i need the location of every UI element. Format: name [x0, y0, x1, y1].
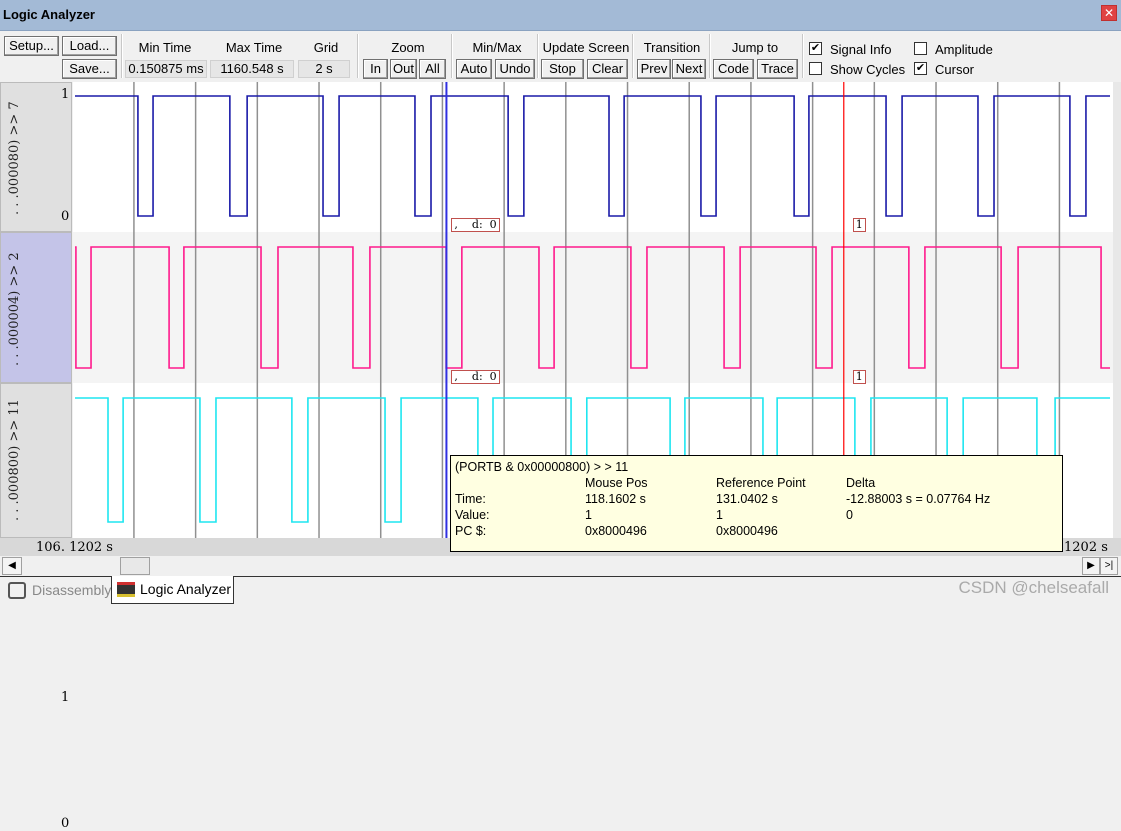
- signal-low-level: 0: [61, 816, 70, 831]
- signal-name: . . .000004) >> 2: [7, 252, 22, 366]
- tooltip-col-mouse: Mouse Pos: [585, 476, 648, 490]
- next-button[interactable]: Next: [672, 59, 706, 79]
- signal-label[interactable]: . . .000800) >> 11 1 0: [0, 383, 72, 831]
- min-time-value: 0.150875 ms: [125, 60, 207, 78]
- jump-to-label: Jump to: [731, 40, 779, 55]
- tab-disassembly-label: Disassembly: [32, 582, 112, 598]
- zoom-out-button[interactable]: Out: [390, 59, 417, 79]
- cursor-checkbox[interactable]: ✔: [914, 62, 927, 75]
- prev-button[interactable]: Prev: [637, 59, 671, 79]
- tooltip-value-ref: 1: [716, 508, 723, 522]
- stop-button[interactable]: Stop: [541, 59, 584, 79]
- row-background: [73, 232, 1121, 383]
- show-cycles-checkbox[interactable]: [809, 62, 822, 75]
- setup-button[interactable]: Setup...: [4, 36, 59, 56]
- signal-label[interactable]: . . .000004) >> 210: [0, 232, 72, 526]
- time-right-label: 1202 s: [1064, 540, 1108, 555]
- jump-trace-button[interactable]: Trace: [757, 59, 798, 79]
- zoom-in-button[interactable]: In: [363, 59, 388, 79]
- scroll-left-button[interactable]: ◀: [2, 557, 22, 575]
- clear-button[interactable]: Clear: [587, 59, 628, 79]
- signal-info-checkbox[interactable]: ✔: [809, 42, 822, 55]
- transition-label: Transition: [643, 40, 701, 55]
- tooltip-pc-label: PC $:: [455, 524, 487, 538]
- horizontal-scrollbar[interactable]: ◀ ▶ >|: [0, 556, 1121, 576]
- scroll-thumb[interactable]: [120, 557, 150, 575]
- toolbar: Setup... Load... Save... Min Time 0.1508…: [0, 32, 1121, 82]
- tooltip-time-mouse: 118.1602 s: [585, 492, 646, 506]
- signal-label[interactable]: . . .000080) >> 7 1 0: [0, 82, 72, 232]
- cursor-value-marker: , d: 0: [451, 370, 500, 384]
- save-button[interactable]: Save...: [62, 59, 117, 79]
- tooltip-time-ref: 131.0402 s: [716, 492, 778, 506]
- tab-logic-analyzer-label: Logic Analyzer: [140, 581, 232, 597]
- amplitude-checkbox[interactable]: [914, 42, 927, 55]
- signal-name: . . .000080) >> 7: [7, 101, 22, 215]
- disassembly-icon: [8, 582, 26, 599]
- signal-high-level: 1: [61, 87, 70, 102]
- tooltip-pc-ref: 0x8000496: [716, 524, 778, 538]
- close-icon[interactable]: ✕: [1101, 5, 1117, 21]
- undo-button[interactable]: Undo: [495, 59, 535, 79]
- tooltip-time-label: Time:: [455, 492, 486, 506]
- min-time-label: Min Time: [138, 40, 192, 55]
- tooltip-value-label: Value:: [455, 508, 490, 522]
- auto-button[interactable]: Auto: [456, 59, 492, 79]
- tooltip-value-mouse: 1: [585, 508, 592, 522]
- tooltip-pc-mouse: 0x8000496: [585, 524, 647, 538]
- tooltip-col-ref: Reference Point: [716, 476, 806, 490]
- title-bar: Logic Analyzer ✕: [0, 0, 1121, 31]
- tooltip-time-delta: -12.88003 s = 0.07764 Hz: [846, 492, 991, 506]
- tab-logic-analyzer[interactable]: Logic Analyzer: [111, 576, 234, 604]
- load-button[interactable]: Load...: [62, 36, 117, 56]
- tooltip-title: (PORTB & 0x00000800) > > 11: [455, 460, 629, 474]
- tooltip-col-delta: Delta: [846, 476, 876, 490]
- tab-disassembly[interactable]: Disassembly: [4, 577, 112, 605]
- cursor-label: Cursor: [935, 62, 975, 77]
- reference-value-marker: 1: [852, 218, 866, 232]
- tab-bar: Disassembly Logic Analyzer: [0, 576, 1121, 605]
- cursor-value-marker: , d: 0: [451, 218, 500, 232]
- show-cycles-label: Show Cycles: [830, 62, 906, 77]
- tooltip-value-delta: 0: [846, 508, 853, 522]
- watermark: CSDN @chelseafall: [958, 578, 1109, 597]
- time-left-label: 106. 1202 s: [36, 540, 113, 555]
- signal-high-level: 1: [61, 690, 70, 705]
- grid-label: Grid: [313, 40, 339, 55]
- vertical-edge: [1113, 82, 1121, 538]
- amplitude-label: Amplitude: [935, 42, 993, 57]
- minmax-label: Min/Max: [472, 40, 522, 55]
- signal-info-label: Signal Info: [830, 42, 892, 57]
- scroll-right-button[interactable]: ▶: [1082, 557, 1100, 575]
- scroll-end-button[interactable]: >|: [1100, 557, 1118, 575]
- signal-info-tooltip: (PORTB & 0x00000800) > > 11 Mouse Pos Re…: [450, 455, 1063, 552]
- zoom-label: Zoom: [391, 40, 425, 55]
- signal-low-level: 0: [61, 209, 70, 224]
- reference-value-marker: 1: [852, 370, 866, 384]
- window-title: Logic Analyzer: [3, 7, 95, 22]
- signal-name: . . .000800) >> 11: [7, 399, 22, 521]
- logic-analyzer-icon: [117, 582, 135, 597]
- jump-code-button[interactable]: Code: [713, 59, 754, 79]
- grid-value: 2 s: [298, 60, 350, 78]
- zoom-all-button[interactable]: All: [419, 59, 446, 79]
- max-time-value: 1160.548 s: [210, 60, 294, 78]
- max-time-label: Max Time: [225, 40, 283, 55]
- update-screen-label: Update Screen: [542, 40, 630, 55]
